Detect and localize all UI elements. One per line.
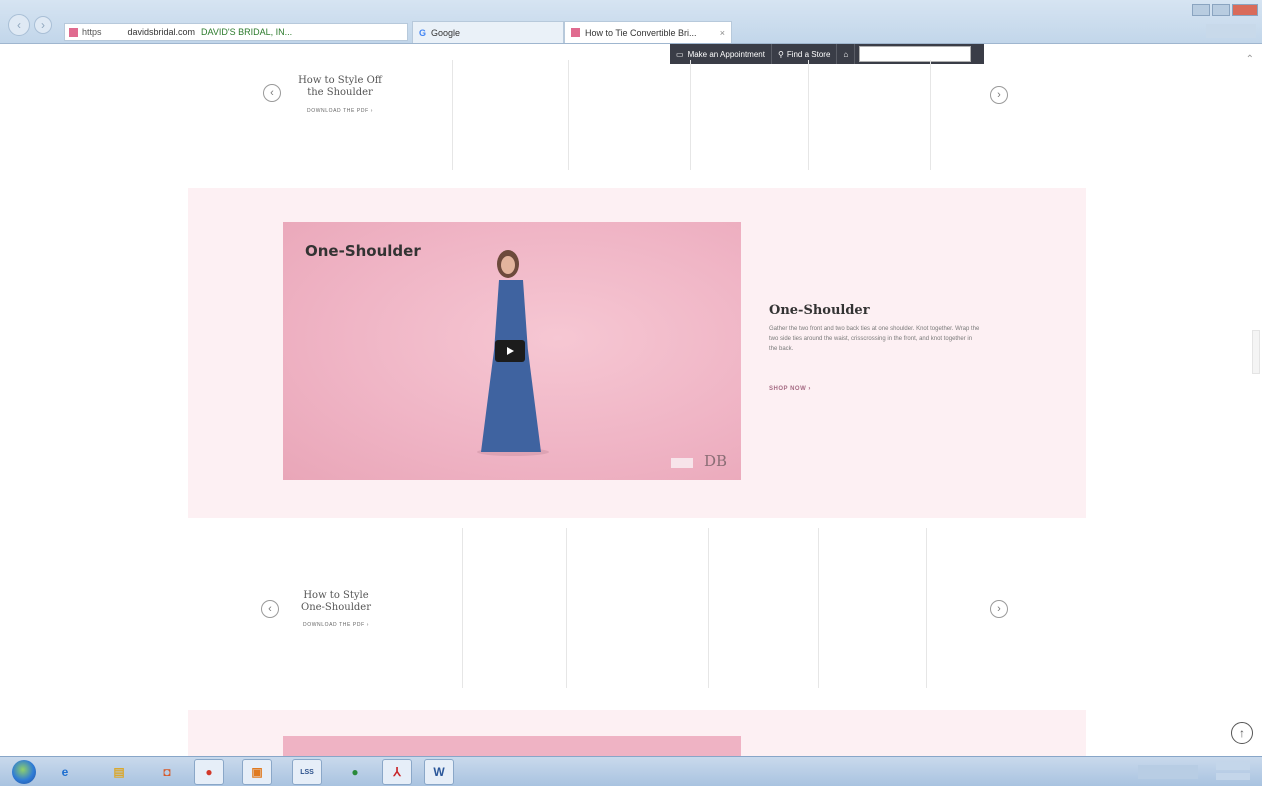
faint-dress-image bbox=[818, 528, 819, 688]
faint-dress-image bbox=[452, 60, 453, 170]
outlook-icon[interactable]: ▣ bbox=[242, 759, 272, 785]
site-favicon bbox=[571, 28, 580, 37]
find-store-link[interactable]: ⚲ Find a Store bbox=[772, 44, 838, 64]
download-pdf-link[interactable]: DOWNLOAD THE PDF › bbox=[288, 622, 384, 628]
faint-dress-image bbox=[930, 60, 931, 170]
url-domain: davidsbridal.com bbox=[127, 27, 196, 37]
scroll-to-top-icon[interactable]: ↑ bbox=[1231, 722, 1253, 744]
bag-button[interactable]: ⌂ bbox=[837, 44, 856, 64]
ie-icon[interactable]: e bbox=[50, 759, 80, 785]
acrobat-icon[interactable]: ⅄ bbox=[382, 759, 412, 785]
taskbar: e ▤ ◘ ● ▣ LSS ● ⅄ W bbox=[0, 756, 1262, 786]
carousel-title-line: One-Shoulder bbox=[301, 602, 371, 613]
carousel-title: How to Style One-Shoulder bbox=[288, 590, 384, 614]
lss-icon[interactable]: LSS bbox=[292, 759, 322, 785]
faint-dress-image bbox=[926, 528, 927, 688]
system-tray[interactable] bbox=[1138, 765, 1198, 779]
address-bar[interactable]: https davidsbridal.com DAVID'S BRIDAL, I… bbox=[64, 23, 408, 41]
start-button[interactable] bbox=[12, 760, 36, 784]
site-utility-bar: ▭ Make an Appointment ⚲ Find a Store ⌂ bbox=[670, 44, 984, 64]
carousel-prev-arrow-icon[interactable]: ‹ bbox=[261, 600, 279, 618]
appointment-label: Make an Appointment bbox=[687, 49, 765, 59]
carousel-title: How to Style Off the Shoulder bbox=[292, 75, 388, 99]
faint-dress-image bbox=[462, 528, 463, 688]
calendar-icon: ▭ bbox=[676, 49, 684, 59]
close-tab-icon[interactable]: × bbox=[720, 28, 725, 38]
tab-label: Google bbox=[431, 27, 461, 38]
video-player[interactable] bbox=[283, 736, 741, 756]
explorer-icon[interactable]: ▤ bbox=[104, 759, 134, 785]
office-icon[interactable]: ◘ bbox=[152, 759, 182, 785]
window-controls bbox=[1192, 4, 1258, 16]
forward-button[interactable]: › bbox=[34, 16, 52, 34]
carousel-title-line: the Shoulder bbox=[307, 87, 373, 98]
spotify-icon[interactable]: ● bbox=[340, 759, 370, 785]
minimize-button[interactable] bbox=[1192, 4, 1210, 16]
tab-label: How to Tie Convertible Bri... bbox=[585, 27, 697, 38]
find-store-label: Find a Store bbox=[786, 49, 831, 59]
carousel-title-line: How to Style bbox=[303, 590, 369, 601]
video-logo bbox=[671, 458, 693, 468]
faint-dress-image bbox=[566, 528, 567, 688]
tab-google[interactable]: G Google bbox=[412, 21, 564, 43]
site-favicon bbox=[69, 27, 78, 37]
maximize-button[interactable] bbox=[1212, 4, 1230, 16]
clock-date bbox=[1216, 773, 1250, 780]
browser-toolbar: ‹ › https davidsbridal.com DAVID'S BRIDA… bbox=[0, 0, 1262, 44]
model-face bbox=[501, 256, 515, 274]
feature-heading: One-Shoulder bbox=[769, 303, 870, 318]
feature-description: Gather the two front and two back ties a… bbox=[769, 326, 980, 352]
google-icon: G bbox=[419, 27, 427, 38]
bag-icon: ⌂ bbox=[843, 49, 849, 59]
play-button[interactable] bbox=[495, 340, 525, 362]
search-input[interactable] bbox=[859, 46, 972, 62]
location-pin-icon: ⚲ bbox=[777, 49, 784, 59]
play-icon bbox=[507, 347, 514, 355]
tab-how-to-tie[interactable]: How to Tie Convertible Bri... × bbox=[564, 21, 732, 43]
chrome-icon[interactable]: ● bbox=[194, 759, 224, 785]
carousel-title-line: How to Style Off bbox=[298, 75, 382, 86]
faint-dress-image bbox=[708, 528, 709, 688]
close-window-button[interactable] bbox=[1232, 4, 1258, 16]
faint-dress-image bbox=[808, 60, 809, 170]
video-player[interactable]: One-Shoulder DB bbox=[283, 222, 741, 480]
word-icon[interactable]: W bbox=[424, 759, 454, 785]
browser-toolbar-icons[interactable] bbox=[1206, 24, 1256, 38]
download-pdf-link[interactable]: DOWNLOAD THE PDF › bbox=[292, 108, 388, 114]
scroll-up-icon[interactable]: ⌃ bbox=[1246, 54, 1254, 65]
shop-now-link[interactable]: SHOP NOW › bbox=[769, 386, 811, 392]
carousel-prev-arrow-icon[interactable]: ‹ bbox=[263, 84, 281, 102]
feedback-tab[interactable] bbox=[1252, 330, 1260, 374]
make-appointment-link[interactable]: ▭ Make an Appointment bbox=[670, 44, 772, 64]
clock[interactable] bbox=[1216, 762, 1250, 780]
video-watermark: DB bbox=[703, 452, 727, 470]
security-badge: DAVID'S BRIDAL, IN... bbox=[201, 27, 293, 37]
carousel-next-arrow-icon[interactable]: › bbox=[990, 86, 1008, 104]
carousel-next-arrow-icon[interactable]: › bbox=[990, 600, 1008, 618]
faint-dress-image bbox=[568, 60, 569, 170]
faint-dress-image bbox=[690, 60, 691, 170]
model-dress-image bbox=[481, 280, 541, 452]
video-title: One-Shoulder bbox=[305, 242, 421, 260]
clock-time bbox=[1216, 762, 1250, 770]
url-protocol: https bbox=[82, 27, 102, 37]
back-button[interactable]: ‹ bbox=[8, 14, 30, 36]
